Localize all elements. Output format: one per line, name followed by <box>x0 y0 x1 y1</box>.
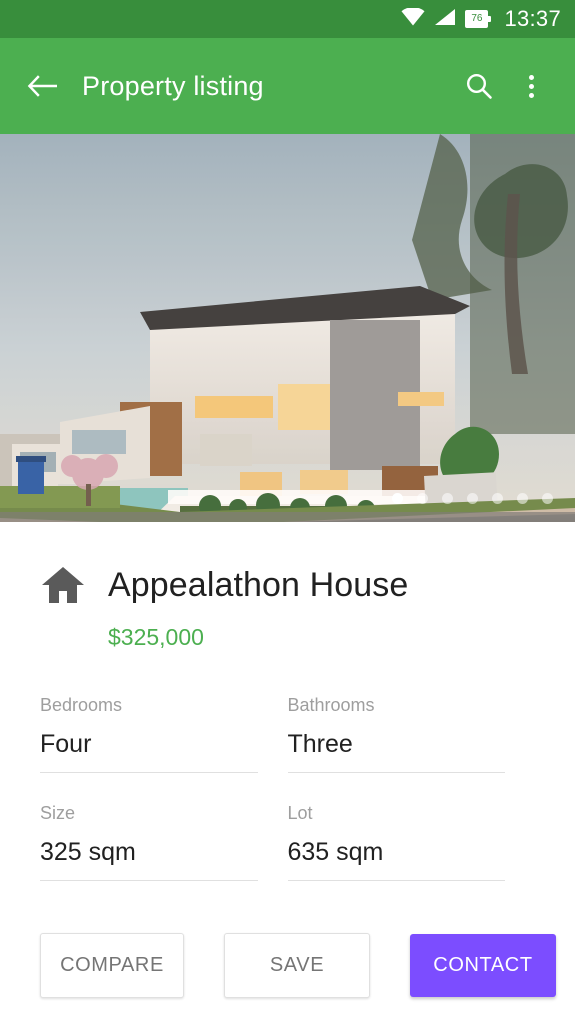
status-clock: 13:37 <box>504 6 561 31</box>
spec-value: Three <box>287 730 505 773</box>
property-price: $325,000 <box>108 624 204 650</box>
save-button[interactable]: SAVE <box>224 933 370 998</box>
spec-bedrooms: Bedrooms Four <box>40 695 288 773</box>
property-detail-card: Appealathon House $325,000 Bedrooms Four… <box>0 522 575 1024</box>
spec-lot: Lot 635 sqm <box>287 803 536 881</box>
page-title: Property listing <box>82 70 264 101</box>
spec-bathrooms: Bathrooms Three <box>287 695 536 773</box>
status-bar: 76 13:37 <box>0 0 575 38</box>
pager-dot[interactable] <box>517 493 528 504</box>
spec-label: Bathrooms <box>287 695 375 715</box>
pager-dot[interactable] <box>467 493 478 504</box>
signal-icon <box>434 8 456 31</box>
wifi-icon <box>401 6 425 31</box>
spec-size: Size 325 sqm <box>40 803 288 881</box>
spec-value: 325 sqm <box>40 838 258 881</box>
property-specs: Bedrooms Four Bathrooms Three Size 325 s… <box>40 695 535 911</box>
status-icon-group: 76 13:37 <box>401 6 561 32</box>
pager-dot[interactable] <box>542 493 553 504</box>
more-vertical-icon[interactable] <box>505 62 557 110</box>
property-name: Appealathon House <box>108 565 409 604</box>
home-icon <box>40 564 86 606</box>
spec-label: Lot <box>287 803 313 823</box>
pager-dot[interactable] <box>492 493 503 504</box>
action-button-row: COMPARE SAVE CONTACT <box>40 933 556 998</box>
property-photo-illustration <box>0 134 575 522</box>
pager-dot[interactable] <box>392 493 403 504</box>
back-arrow-icon[interactable] <box>18 62 66 110</box>
spec-value: 635 sqm <box>287 838 505 881</box>
spec-label: Size <box>40 803 76 823</box>
contact-button[interactable]: CONTACT <box>410 934 556 997</box>
photo-pager[interactable] <box>392 493 553 504</box>
property-title-row: Appealathon House <box>40 564 535 606</box>
battery-icon: 76 <box>465 10 492 28</box>
compare-button[interactable]: COMPARE <box>40 933 184 998</box>
app-bar: Property listing <box>0 38 575 134</box>
app-screen: 76 13:37 Property listing Appealathon Ho… <box>0 0 575 1024</box>
property-photo[interactable] <box>0 134 575 522</box>
pager-dot[interactable] <box>417 493 428 504</box>
spec-value: Four <box>40 730 258 773</box>
search-icon[interactable] <box>453 62 505 110</box>
spec-label: Bedrooms <box>40 695 123 715</box>
battery-level: 76 <box>471 13 483 24</box>
pager-dot[interactable] <box>442 493 453 504</box>
